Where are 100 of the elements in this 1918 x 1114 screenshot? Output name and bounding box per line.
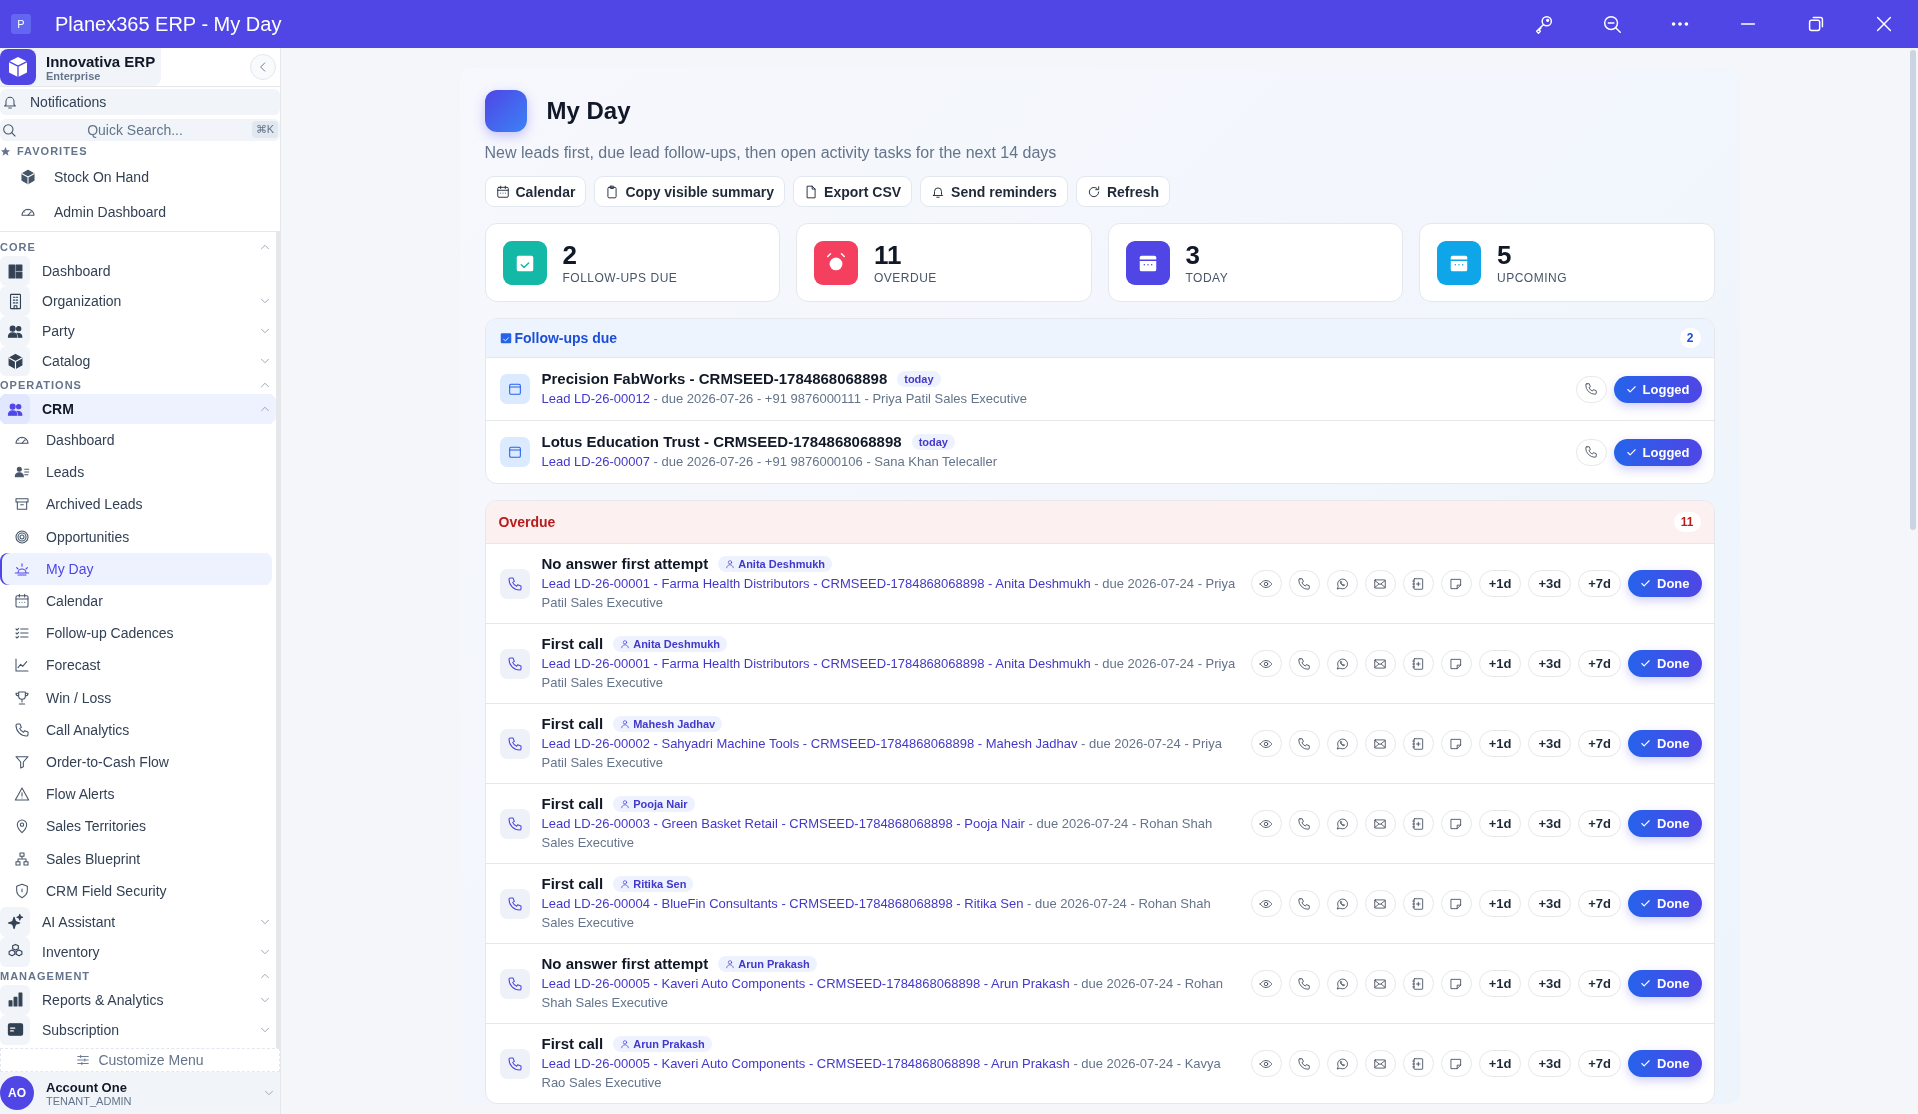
note-button[interactable] (1440, 650, 1472, 677)
call-button[interactable] (1288, 1050, 1320, 1077)
chat-button[interactable] (1326, 890, 1358, 917)
call-button[interactable] (1288, 890, 1320, 917)
note-button[interactable] (1440, 970, 1472, 997)
lead-link[interactable]: Lead LD-26-00001 - Farma Health Distributors - CRMSEED-1784868068898 - Anita Deshmukh (541, 576, 1091, 591)
chat-button[interactable] (1326, 1050, 1358, 1077)
call-button[interactable] (1288, 650, 1320, 677)
email-button[interactable] (1364, 890, 1396, 917)
chat-button[interactable] (1326, 810, 1358, 837)
email-button[interactable] (1364, 730, 1396, 757)
nav-subitem[interactable]: Win / Loss (0, 681, 272, 714)
nav-subitem[interactable]: Opportunities (0, 520, 272, 553)
snooze-button[interactable]: +1d (1478, 890, 1522, 917)
email-button[interactable] (1364, 650, 1396, 677)
call-button[interactable] (1288, 970, 1320, 997)
done-button[interactable]: Done (1628, 650, 1702, 677)
view-button[interactable] (1250, 810, 1282, 837)
snooze-button[interactable]: +7d (1578, 650, 1621, 677)
toolbar-button[interactable]: Send reminders (920, 176, 1068, 207)
nav-subitem[interactable]: Follow-up Cadences (0, 617, 272, 650)
scrollbar-thumb[interactable] (1910, 50, 1916, 530)
toolbar-button[interactable]: Copy visible summary (594, 176, 786, 207)
nav-subitem[interactable]: Order-to-Cash Flow (0, 745, 272, 779)
done-button[interactable]: Done (1628, 730, 1702, 757)
snooze-button[interactable]: +7d (1578, 810, 1621, 837)
logged-button[interactable]: Logged (1613, 438, 1702, 466)
toolbar-button[interactable]: Export CSV (793, 176, 913, 207)
notifications-item[interactable]: Notifications (0, 89, 280, 115)
add-task-button[interactable] (1402, 970, 1434, 997)
nav-subitem[interactable]: CRM Field Security (0, 874, 272, 907)
nav-item[interactable]: Subscription (0, 1014, 276, 1045)
lead-link[interactable]: Lead LD-26-00003 - Green Basket Retail - CRMSEED-1784868068898 - Pooja Nair (541, 816, 1025, 831)
snooze-button[interactable]: +1d (1478, 970, 1522, 997)
toolbar-button[interactable]: Refresh (1075, 176, 1171, 207)
account-menu[interactable]: AO Account One TENANT_ADMIN (0, 1072, 280, 1114)
add-task-button[interactable] (1402, 1050, 1434, 1077)
email-button[interactable] (1364, 570, 1396, 597)
favorite-item[interactable]: Admin Dashboard (0, 194, 280, 229)
nav-item[interactable]: Catalog (0, 346, 276, 376)
view-button[interactable] (1250, 570, 1282, 597)
nav-subitem[interactable]: Flow Alerts (0, 778, 272, 811)
snooze-button[interactable]: +7d (1578, 890, 1621, 917)
lead-link[interactable]: Lead LD-26-00007 (541, 454, 650, 469)
done-button[interactable]: Done (1628, 970, 1702, 997)
view-button[interactable] (1250, 970, 1282, 997)
snooze-button[interactable]: +1d (1478, 1050, 1522, 1077)
nav-subitem[interactable]: My Day (0, 552, 272, 585)
add-task-button[interactable] (1402, 650, 1434, 677)
snooze-button[interactable]: +3d (1528, 890, 1572, 917)
snooze-button[interactable]: +1d (1478, 730, 1522, 757)
nav-item[interactable]: Dashboard (0, 256, 276, 286)
done-button[interactable]: Done (1628, 1050, 1702, 1077)
add-task-button[interactable] (1402, 570, 1434, 597)
email-button[interactable] (1364, 1050, 1396, 1077)
call-button[interactable] (1575, 438, 1607, 466)
nav-item[interactable]: Organization (0, 286, 276, 316)
nav-subitem[interactable]: Calendar (0, 584, 272, 618)
snooze-button[interactable]: +7d (1578, 1050, 1621, 1077)
favorite-item[interactable]: Stock On Hand (0, 159, 280, 194)
view-button[interactable] (1250, 890, 1282, 917)
nav-subitem[interactable]: Forecast (0, 649, 272, 682)
note-button[interactable] (1440, 1050, 1472, 1077)
brand-card[interactable]: Innovativa ERP Enterprise (0, 48, 162, 86)
snooze-button[interactable]: +7d (1578, 970, 1621, 997)
done-button[interactable]: Done (1628, 810, 1702, 837)
email-button[interactable] (1364, 810, 1396, 837)
add-task-button[interactable] (1402, 810, 1434, 837)
customize-menu-button[interactable]: Customize Menu (0, 1048, 280, 1072)
snooze-button[interactable]: +3d (1528, 1050, 1572, 1077)
view-button[interactable] (1250, 650, 1282, 677)
nav-subitem[interactable]: Dashboard (0, 424, 272, 457)
add-task-button[interactable] (1402, 890, 1434, 917)
nav-subitem[interactable]: Sales Blueprint (0, 842, 272, 875)
view-button[interactable] (1250, 730, 1282, 757)
snooze-button[interactable]: +3d (1528, 730, 1572, 757)
nav-item[interactable]: Inventory (0, 936, 276, 967)
snooze-button[interactable]: +1d (1478, 570, 1522, 597)
nav-item[interactable]: Reports & Analytics (0, 984, 276, 1015)
call-button[interactable] (1288, 730, 1320, 757)
snooze-button[interactable]: +1d (1478, 650, 1522, 677)
snooze-button[interactable]: +7d (1578, 570, 1621, 597)
note-button[interactable] (1440, 810, 1472, 837)
lead-link[interactable]: Lead LD-26-00004 - BlueFin Consultants - CRMSEED-1784868068898 - Ritika Sen (541, 896, 1024, 911)
call-button[interactable] (1575, 375, 1607, 403)
nav-item[interactable]: AI Assistant (0, 906, 276, 937)
snooze-button[interactable]: +7d (1578, 730, 1621, 757)
nav-subitem[interactable]: Archived Leads (0, 488, 272, 521)
toolbar-button[interactable]: Calendar (484, 176, 587, 207)
zoom-out-icon[interactable] (1601, 13, 1623, 35)
done-button[interactable]: Done (1628, 890, 1702, 917)
snooze-button[interactable]: +1d (1478, 810, 1522, 837)
snooze-button[interactable]: +3d (1528, 650, 1572, 677)
note-button[interactable] (1440, 890, 1472, 917)
lead-link[interactable]: Lead LD-26-00012 (541, 391, 650, 406)
lead-link[interactable]: Lead LD-26-00001 - Farma Health Distributors - CRMSEED-1784868068898 - Anita Deshmukh (541, 656, 1091, 671)
chat-button[interactable] (1326, 730, 1358, 757)
note-button[interactable] (1440, 730, 1472, 757)
nav-subitem[interactable]: Sales Territories (0, 810, 272, 843)
lead-link[interactable]: Lead LD-26-00005 - Kaveri Auto Components - CRMSEED-1784868068898 - Arun Prakash (541, 1056, 1070, 1071)
